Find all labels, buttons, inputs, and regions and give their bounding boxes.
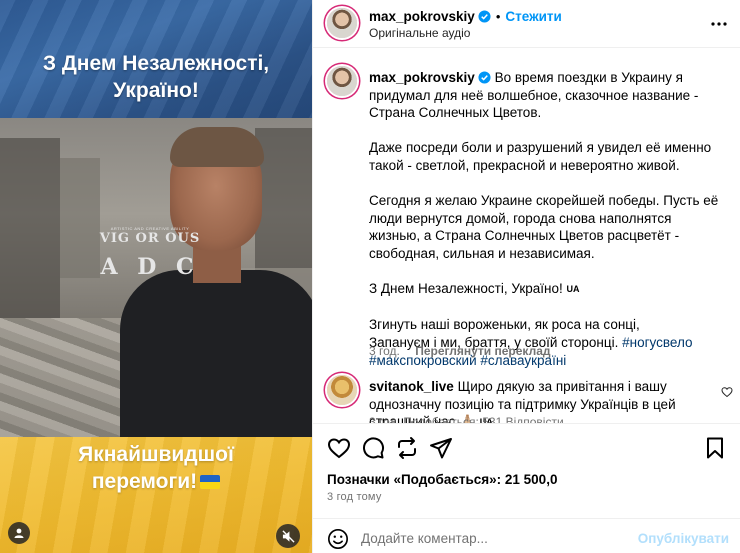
media-title-line2: Україно!	[113, 79, 199, 102]
verified-badge-icon	[478, 71, 491, 84]
publish-button[interactable]: Опублікувати	[638, 531, 729, 546]
caption-age[interactable]: 3 год.	[369, 344, 400, 358]
likes-count[interactable]: Позначки «Подобається»: 21 500,0	[327, 472, 557, 487]
add-comment-bar: Опублікувати	[313, 518, 740, 553]
comments-section[interactable]: max_pokrovskiy Во время поездки в Украин…	[313, 49, 740, 423]
comment-bubble-icon[interactable]	[361, 436, 385, 460]
ua-flag-label: UA	[566, 284, 580, 295]
caption-avatar[interactable]	[327, 66, 357, 96]
mute-button[interactable]	[276, 524, 300, 548]
comment-avatar[interactable]	[327, 375, 357, 405]
more-options-icon[interactable]	[709, 14, 729, 34]
post-media[interactable]: З Днем Незалежності, Україно! ARTISTIC A…	[0, 0, 312, 553]
tagged-people-button[interactable]	[8, 522, 30, 544]
post-time[interactable]: 3 год тому	[327, 491, 382, 503]
media-title: З Днем Незалежності, Україно!	[0, 50, 312, 104]
save-bookmark-icon[interactable]	[703, 436, 727, 460]
separator-dot: •	[495, 9, 501, 24]
comment-meta[interactable]: 3 год. Подобається: 531 Відповісти	[369, 415, 564, 423]
caption-paragraph-4: З Днем Незалежності, Україно!	[369, 281, 563, 297]
caption-meta: 3 год. Переглянути переклад	[369, 344, 551, 358]
avatar[interactable]	[327, 8, 357, 38]
media-wish-line1: Якнайшвидшої	[78, 443, 234, 466]
media-title-line1: З Днем Незалежності,	[42, 52, 270, 75]
original-audio-link[interactable]: Оригінальне аудіо	[369, 26, 470, 40]
shirt-letters: A D C	[100, 254, 200, 280]
header-username[interactable]: max_pokrovskiy	[369, 9, 475, 24]
header-user-line: max_pokrovskiy • Стежити	[369, 8, 562, 26]
post-caption: max_pokrovskiy Во время поездки в Украин…	[369, 69, 725, 387]
media-wish-line2: перемоги!	[91, 470, 198, 493]
share-paper-plane-icon[interactable]	[429, 436, 453, 460]
caption-verse-line1: Згинуть наші вороженьки, як роса на сонц…	[369, 317, 640, 333]
shirt-brand: VIG OR OUS	[99, 231, 201, 246]
media-wish: Якнайшвидшої перемоги!	[0, 441, 312, 495]
post-side-panel: max_pokrovskiy • Стежити Оригінальне аудіо…	[312, 0, 740, 553]
hashtag-link[interactable]: #ногусвело	[622, 335, 692, 350]
caption-paragraph-3: Сегодня я желаю Украине скорейшей победы…	[369, 193, 719, 261]
comment-like-heart-icon[interactable]	[721, 386, 733, 398]
like-heart-icon[interactable]	[327, 436, 351, 460]
verified-badge-icon	[478, 10, 491, 23]
follow-button[interactable]: Стежити	[505, 9, 561, 24]
post-header: max_pokrovskiy • Стежити Оригінальне аудіо	[313, 0, 740, 48]
caption-username[interactable]: max_pokrovskiy	[369, 70, 475, 85]
media-person	[75, 125, 312, 445]
speaker-muted-icon	[281, 529, 295, 543]
comment-input[interactable]	[361, 525, 641, 551]
shirt-print: ARTISTIC AND CREATIVE ABILITY VIG OR OUS…	[95, 225, 205, 280]
repost-icon[interactable]	[395, 436, 419, 460]
comment-username[interactable]: svitanok_live	[369, 379, 454, 394]
person-icon	[14, 528, 24, 538]
emoji-smiley-icon[interactable]	[327, 528, 349, 550]
ukraine-flag-icon	[200, 475, 221, 489]
caption-paragraph-2: Даже посреди боли и разрушений я увидел …	[369, 140, 712, 173]
see-translation-button[interactable]: Переглянути переклад	[415, 344, 550, 358]
